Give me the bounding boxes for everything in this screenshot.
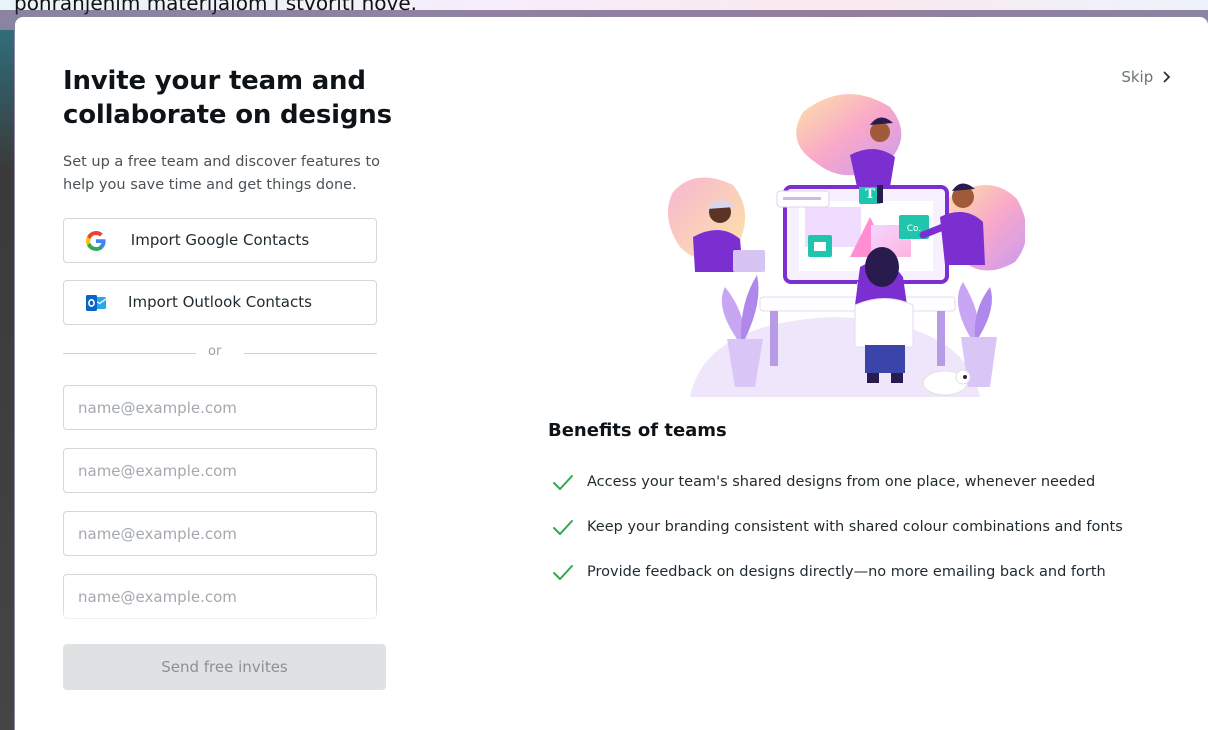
email-field-2[interactable] [63, 448, 377, 493]
divider-line-left [63, 353, 196, 354]
subtitle: Set up a free team and discover features… [63, 154, 381, 193]
import-outlook-label: Import Outlook Contacts [128, 293, 312, 311]
import-google-contacts-button[interactable]: Import Google Contacts [63, 218, 377, 263]
check-icon [553, 475, 573, 490]
import-outlook-contacts-button[interactable]: Import Outlook Contacts [63, 280, 377, 325]
check-icon [553, 520, 573, 535]
import-google-label: Import Google Contacts [130, 231, 310, 249]
benefit-text: Provide feedback on designs directly—no … [587, 564, 1106, 580]
check-icon [553, 565, 573, 580]
invite-team-modal: Invite your team and collaborate on desi… [15, 17, 1208, 730]
skip-link[interactable]: Skip [1121, 68, 1172, 86]
email-field-3[interactable] [63, 511, 377, 556]
scroll-fade [59, 605, 389, 627]
comment-tile-label: Co. [907, 224, 922, 234]
backdrop-left-edge [0, 30, 14, 730]
page-title: Invite your team and collaborate on desi… [63, 66, 392, 130]
divider-or: or [208, 344, 222, 359]
send-invites-button[interactable]: Send free invites [63, 644, 386, 690]
text-tile-label: T [865, 187, 875, 202]
team-collaboration-illustration: T Co. [667, 94, 1025, 397]
benefits-title: Benefits of teams [548, 420, 727, 441]
divider-line-right [244, 353, 377, 354]
benefit-text: Keep your branding consistent with share… [587, 519, 1123, 535]
skip-label: Skip [1121, 68, 1154, 86]
chevron-right-icon [1163, 71, 1171, 83]
benefit-text: Access your team's shared designs from o… [587, 474, 1096, 490]
email-field-1[interactable] [63, 385, 377, 430]
